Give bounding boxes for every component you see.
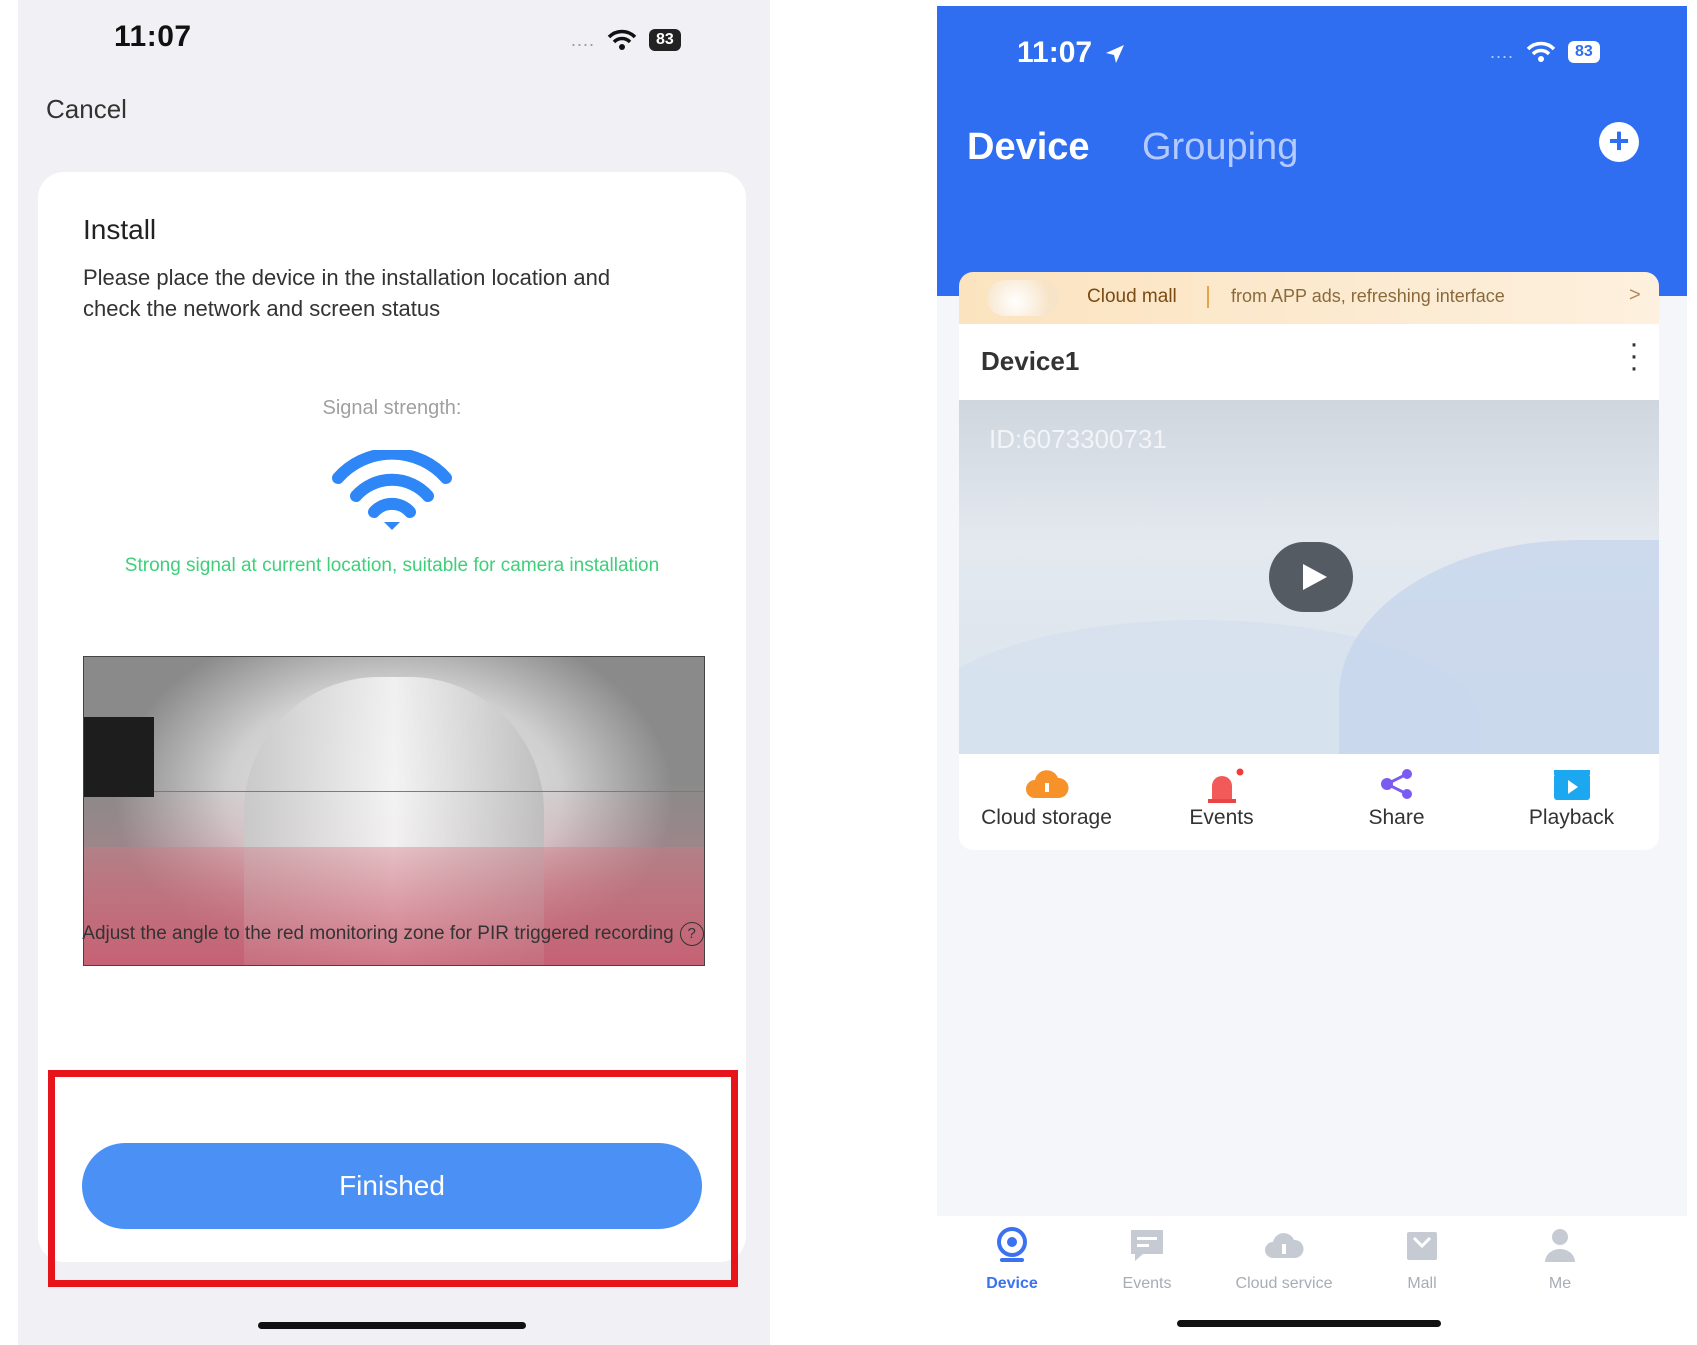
device-actions: Cloud storage Events Share Playback <box>959 754 1659 850</box>
finished-button[interactable]: Finished <box>82 1143 702 1229</box>
install-screen: 11:07 .... 83 Cancel Install Please plac… <box>18 0 770 1345</box>
playback-button[interactable]: Playback <box>1484 754 1659 850</box>
cloud-banner-icon <box>987 280 1059 316</box>
action-label: Share <box>1368 806 1425 829</box>
status-time: 11:07 <box>114 20 192 53</box>
signal-message: Strong signal at current location, suita… <box>124 555 660 576</box>
signal-dots-icon: .... <box>1490 41 1515 62</box>
add-device-icon[interactable]: + <box>1599 122 1639 162</box>
share-button[interactable]: Share <box>1309 754 1484 850</box>
adjust-text: Adjust the angle to the red monitoring z… <box>82 923 674 944</box>
message-icon <box>1131 1230 1163 1261</box>
tab-events-nav[interactable]: Events <box>1072 1226 1222 1293</box>
header: 11:07 .... 83 Device Grouping + <box>937 6 1687 296</box>
adjust-instruction: Adjust the angle to the red monitoring z… <box>78 920 708 947</box>
device-list-screen: 11:07 .... 83 Device Grouping + Cloud ma… <box>937 6 1687 1345</box>
tab-label: Events <box>1122 1275 1172 1292</box>
banner-divider <box>1207 286 1209 308</box>
action-label: Events <box>1189 806 1254 829</box>
action-label: Playback <box>1528 806 1615 829</box>
preview-dark-area <box>84 717 154 797</box>
wifi-icon <box>1526 41 1556 62</box>
home-indicator <box>258 1322 526 1329</box>
tab-label: Mall <box>1407 1275 1437 1292</box>
camera-icon <box>997 1227 1027 1262</box>
cloud-storage-button[interactable]: Cloud storage <box>959 754 1134 850</box>
device-video-thumbnail[interactable]: ID:6073300731 <box>959 400 1659 754</box>
signal-dots-icon: .... <box>571 29 596 50</box>
device-card-header: Device1 · · · <box>959 324 1659 400</box>
play-icon[interactable] <box>1269 542 1353 612</box>
status-bar-icons: .... 83 <box>1490 40 1600 64</box>
cloud-mall-banner[interactable]: Cloud mall from APP ads, refreshing inte… <box>959 272 1659 324</box>
events-button[interactable]: Events <box>1134 754 1309 850</box>
cloud-storage-icon <box>1025 770 1069 798</box>
pir-zone-line <box>154 791 704 792</box>
tab-label: Device <box>986 1275 1038 1292</box>
tab-device-nav[interactable]: Device <box>937 1226 1087 1293</box>
tab-label: Me <box>1548 1275 1572 1292</box>
status-time-text: 11:07 <box>1017 36 1093 69</box>
cancel-button[interactable]: Cancel <box>46 94 127 125</box>
install-description: Please place the device in the installat… <box>83 265 611 321</box>
person-icon <box>1545 1229 1575 1262</box>
battery-icon: 83 <box>649 29 681 51</box>
banner-text: from APP ads, refreshing interface <box>1231 286 1505 306</box>
mountain-decoration <box>1339 540 1659 754</box>
mall-icon <box>1407 1232 1437 1260</box>
tab-grouping[interactable]: Grouping <box>1142 126 1298 169</box>
home-indicator <box>1177 1320 1441 1327</box>
action-label: Cloud storage <box>981 806 1112 829</box>
status-bar-icons: .... 83 <box>571 28 681 52</box>
wifi-signal-icon <box>332 450 452 530</box>
location-arrow-icon <box>1106 45 1125 64</box>
wifi-icon <box>607 29 637 50</box>
preview-floor <box>84 847 704 965</box>
playback-icon <box>1553 770 1590 800</box>
tab-cloud-service-nav[interactable]: Cloud service <box>1209 1226 1359 1293</box>
device-id: ID:6073300731 <box>989 424 1167 454</box>
tab-mall-nav[interactable]: Mall <box>1347 1226 1497 1293</box>
chevron-right-icon: > <box>1629 284 1641 306</box>
banner-title: Cloud mall <box>1087 286 1177 307</box>
battery-icon: 83 <box>1568 41 1600 63</box>
more-options-icon[interactable]: · · · <box>1629 329 1639 383</box>
tab-label: Cloud service <box>1235 1275 1333 1292</box>
tab-me-nav[interactable]: Me <box>1485 1226 1635 1293</box>
signal-strength-label: Signal strength: <box>322 397 462 419</box>
tab-device[interactable]: Device <box>967 126 1090 169</box>
cloud-icon <box>1265 1233 1304 1258</box>
status-time: 11:07 <box>1017 36 1126 70</box>
share-icon <box>1380 769 1412 799</box>
help-icon[interactable]: ? <box>679 921 704 946</box>
install-title: Install <box>83 214 157 245</box>
device-name: Device1 <box>981 346 1080 376</box>
alarm-icon <box>1207 768 1243 803</box>
